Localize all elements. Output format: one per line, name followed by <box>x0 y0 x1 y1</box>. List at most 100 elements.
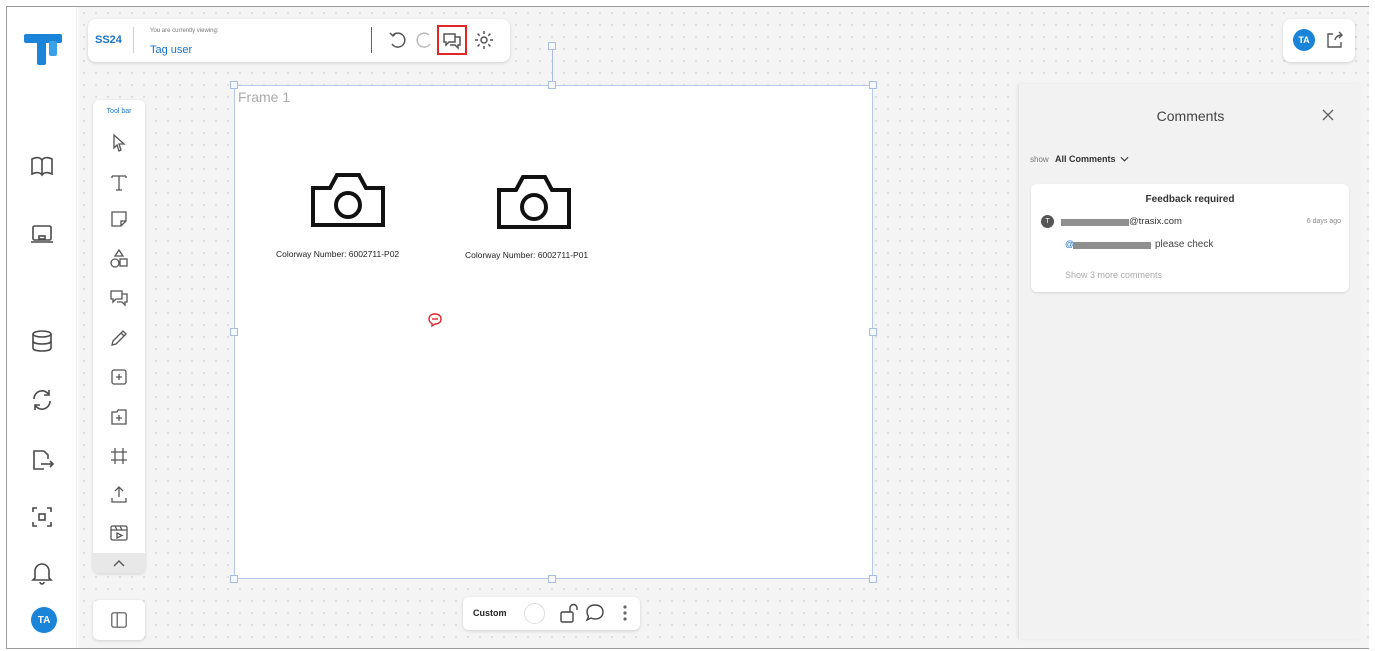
redo-button[interactable] <box>413 29 435 51</box>
upload-tool-button[interactable] <box>108 484 130 506</box>
zoom-preset-label[interactable]: Custom <box>473 608 507 618</box>
redacted-mention <box>1073 242 1151 249</box>
shapes-tool-button[interactable] <box>108 248 130 270</box>
text-icon <box>111 175 127 191</box>
resize-handle-left[interactable] <box>230 328 238 336</box>
camera-icon[interactable] <box>310 170 386 228</box>
speech-bubble-icon <box>585 604 604 622</box>
comment-tool-button[interactable] <box>108 286 130 308</box>
comment-pin-icon[interactable] <box>427 312 443 328</box>
add-folder-tool-button[interactable] <box>108 406 130 428</box>
sync-icon[interactable] <box>29 387 55 413</box>
season-label[interactable]: SS24 <box>95 34 122 46</box>
chevron-up-icon <box>113 560 125 567</box>
shapes-icon <box>110 248 128 268</box>
top-info-bar: SS24 You are currently viewing: Tag user <box>88 19 510 62</box>
more-options-button[interactable] <box>621 603 629 623</box>
bottom-toolbar: Custom <box>463 597 640 630</box>
database-icon[interactable] <box>29 328 55 354</box>
toolbar-collapse-button[interactable] <box>93 553 145 573</box>
filter-dropdown[interactable]: All Comments <box>1055 154 1129 164</box>
pointer-icon <box>113 133 126 152</box>
panel-toggle-button[interactable] <box>93 600 145 640</box>
media-tool-button[interactable] <box>108 522 130 544</box>
resize-handle-bottom[interactable] <box>548 575 556 583</box>
divider <box>133 27 134 53</box>
tool-bar: Tool bar <box>93 100 145 573</box>
close-button[interactable] <box>1319 106 1337 124</box>
left-navigation: TA <box>7 7 77 648</box>
bell-icon[interactable] <box>29 559 55 585</box>
filter-label: show <box>1030 155 1049 164</box>
resize-handle-tl[interactable] <box>230 81 238 89</box>
colorway-caption[interactable]: Colorway Number: 6002711-P01 <box>465 250 588 260</box>
pencil-icon <box>111 330 127 346</box>
export-icon[interactable] <box>29 447 55 473</box>
thread-title: Feedback required <box>1145 194 1235 205</box>
viewing-label: You are currently viewing: <box>150 28 219 34</box>
settings-button[interactable] <box>473 29 495 51</box>
account-initials: TA <box>1298 35 1310 45</box>
comments-title: Comments <box>1156 108 1225 124</box>
app-logo[interactable] <box>23 32 63 66</box>
video-icon <box>110 525 128 541</box>
author-avatar: T <box>1041 215 1054 228</box>
select-tool-button[interactable] <box>108 132 130 154</box>
book-icon[interactable] <box>29 153 55 179</box>
viewing-value[interactable]: Tag user <box>150 44 192 56</box>
resize-handle-br[interactable] <box>869 575 877 583</box>
user-share-pill: TA <box>1283 19 1355 62</box>
upload-icon <box>111 486 127 503</box>
pencil-tool-button[interactable] <box>108 327 130 349</box>
sticky-note-icon <box>111 211 127 227</box>
account-avatar[interactable]: TA <box>1293 29 1315 51</box>
gear-icon <box>475 31 493 49</box>
undo-button[interactable] <box>387 29 409 51</box>
frame-1[interactable] <box>234 85 873 579</box>
divider <box>371 27 372 53</box>
share-button[interactable] <box>1325 30 1345 50</box>
sidebar-panel-icon <box>111 612 127 628</box>
resize-handle-bl[interactable] <box>230 575 238 583</box>
more-vertical-icon <box>623 605 627 621</box>
frame-tool-button[interactable] <box>108 445 130 467</box>
scan-icon[interactable] <box>29 504 55 530</box>
share-icon <box>1327 31 1343 48</box>
laptop-icon[interactable] <box>29 221 55 247</box>
comment-time: 6 days ago <box>1306 218 1341 225</box>
user-avatar[interactable]: TA <box>31 607 57 633</box>
filter-value: All Comments <box>1055 154 1116 164</box>
user-initials: TA <box>37 614 51 626</box>
frame-title[interactable]: Frame 1 <box>238 89 290 105</box>
colorway-caption[interactable]: Colorway Number: 6002711-P02 <box>276 249 399 259</box>
resize-handle-top[interactable] <box>548 81 556 89</box>
resize-handle-tr[interactable] <box>869 81 877 89</box>
toolbar-title: Tool bar <box>106 108 132 115</box>
add-box-tool-button[interactable] <box>108 366 130 388</box>
undo-icon <box>389 32 406 48</box>
comment-button[interactable] <box>584 602 606 624</box>
comments-icon <box>443 33 461 50</box>
comment-icon <box>110 290 128 307</box>
add-folder-icon <box>111 409 127 425</box>
color-swatch[interactable] <box>524 603 545 624</box>
selection-handle[interactable] <box>548 42 556 50</box>
comment-message: please check <box>1155 239 1214 250</box>
frame-icon <box>111 448 127 464</box>
show-more-comments-link[interactable]: Show 3 more comments <box>1065 270 1162 280</box>
text-tool-button[interactable] <box>108 171 130 193</box>
sticky-note-tool-button[interactable] <box>108 208 130 230</box>
add-square-icon <box>111 369 127 385</box>
author-initial: T <box>1045 218 1050 225</box>
comments-panel: Comments show All Comments Feedback requ… <box>1018 84 1361 639</box>
chevron-down-icon <box>1120 156 1129 162</box>
rotation-line <box>552 50 553 85</box>
resize-handle-right[interactable] <box>869 328 877 336</box>
comments-toggle-button[interactable] <box>437 25 467 55</box>
lock-button[interactable] <box>558 602 580 624</box>
author-email: @trasix.com <box>1129 216 1182 227</box>
comment-thread-card[interactable]: Feedback required T @trasix.com 6 days a… <box>1031 184 1349 292</box>
unlock-icon <box>560 603 578 623</box>
camera-icon[interactable] <box>496 172 572 230</box>
redo-icon <box>416 32 431 48</box>
